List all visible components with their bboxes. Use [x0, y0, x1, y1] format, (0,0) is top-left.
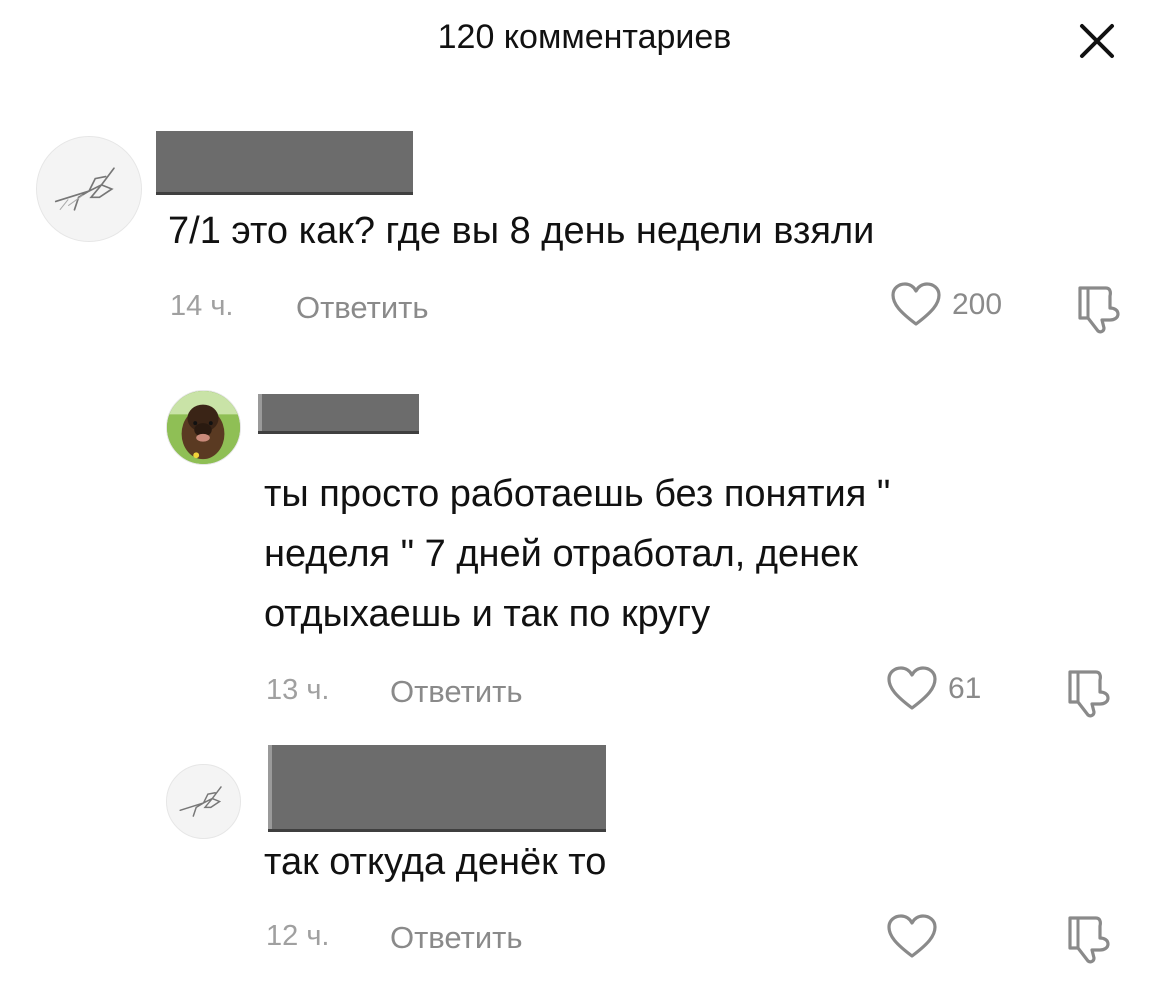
close-button[interactable]: [1074, 18, 1120, 64]
like-button[interactable]: 200: [890, 282, 1002, 328]
like-button[interactable]: 61: [886, 666, 981, 712]
dislike-button[interactable]: [1060, 664, 1116, 720]
heart-icon: [887, 666, 937, 710]
comment-time: 14 ч.: [170, 290, 234, 322]
thumbs-down-icon: [1068, 670, 1110, 718]
reply-button[interactable]: Ответить: [296, 290, 429, 326]
close-icon: [1080, 24, 1114, 58]
comment-text-line: ты просто работаешь без понятия ": [264, 473, 891, 515]
comment-time: 12 ч.: [266, 920, 330, 952]
thumbs-down-icon: [1078, 286, 1120, 334]
reply-button[interactable]: Ответить: [390, 920, 523, 956]
like-button[interactable]: [886, 914, 948, 960]
avatar[interactable]: [36, 136, 142, 242]
bird-sketch-avatar-icon: [167, 765, 240, 838]
dislike-button[interactable]: [1060, 910, 1116, 966]
like-count: 61: [948, 672, 982, 705]
redacted-username: [156, 131, 413, 192]
bird-sketch-avatar-icon: [37, 137, 141, 241]
heart-icon: [887, 914, 937, 958]
avatar[interactable]: [166, 390, 241, 465]
comments-count-title: 120 комментариев: [437, 18, 732, 56]
reply-button[interactable]: Ответить: [390, 674, 523, 710]
comment-time: 13 ч.: [266, 674, 330, 706]
comment-text: 7/1 это как? где вы 8 день недели взяли: [168, 210, 875, 252]
dog-photo-avatar-icon: [167, 391, 240, 464]
avatar[interactable]: [166, 764, 241, 839]
comment-text-line: неделя " 7 дней отработал, денек: [264, 533, 858, 575]
comment-text: так откуда денёк то: [264, 841, 607, 883]
comment-text-line: отдыхаешь и так по кругу: [264, 593, 711, 635]
redacted-username: [268, 745, 606, 829]
dislike-button[interactable]: [1070, 280, 1126, 336]
heart-icon: [891, 282, 941, 326]
thumbs-down-icon: [1068, 916, 1110, 964]
redacted-username: [258, 394, 419, 431]
like-count: 200: [952, 288, 1003, 321]
